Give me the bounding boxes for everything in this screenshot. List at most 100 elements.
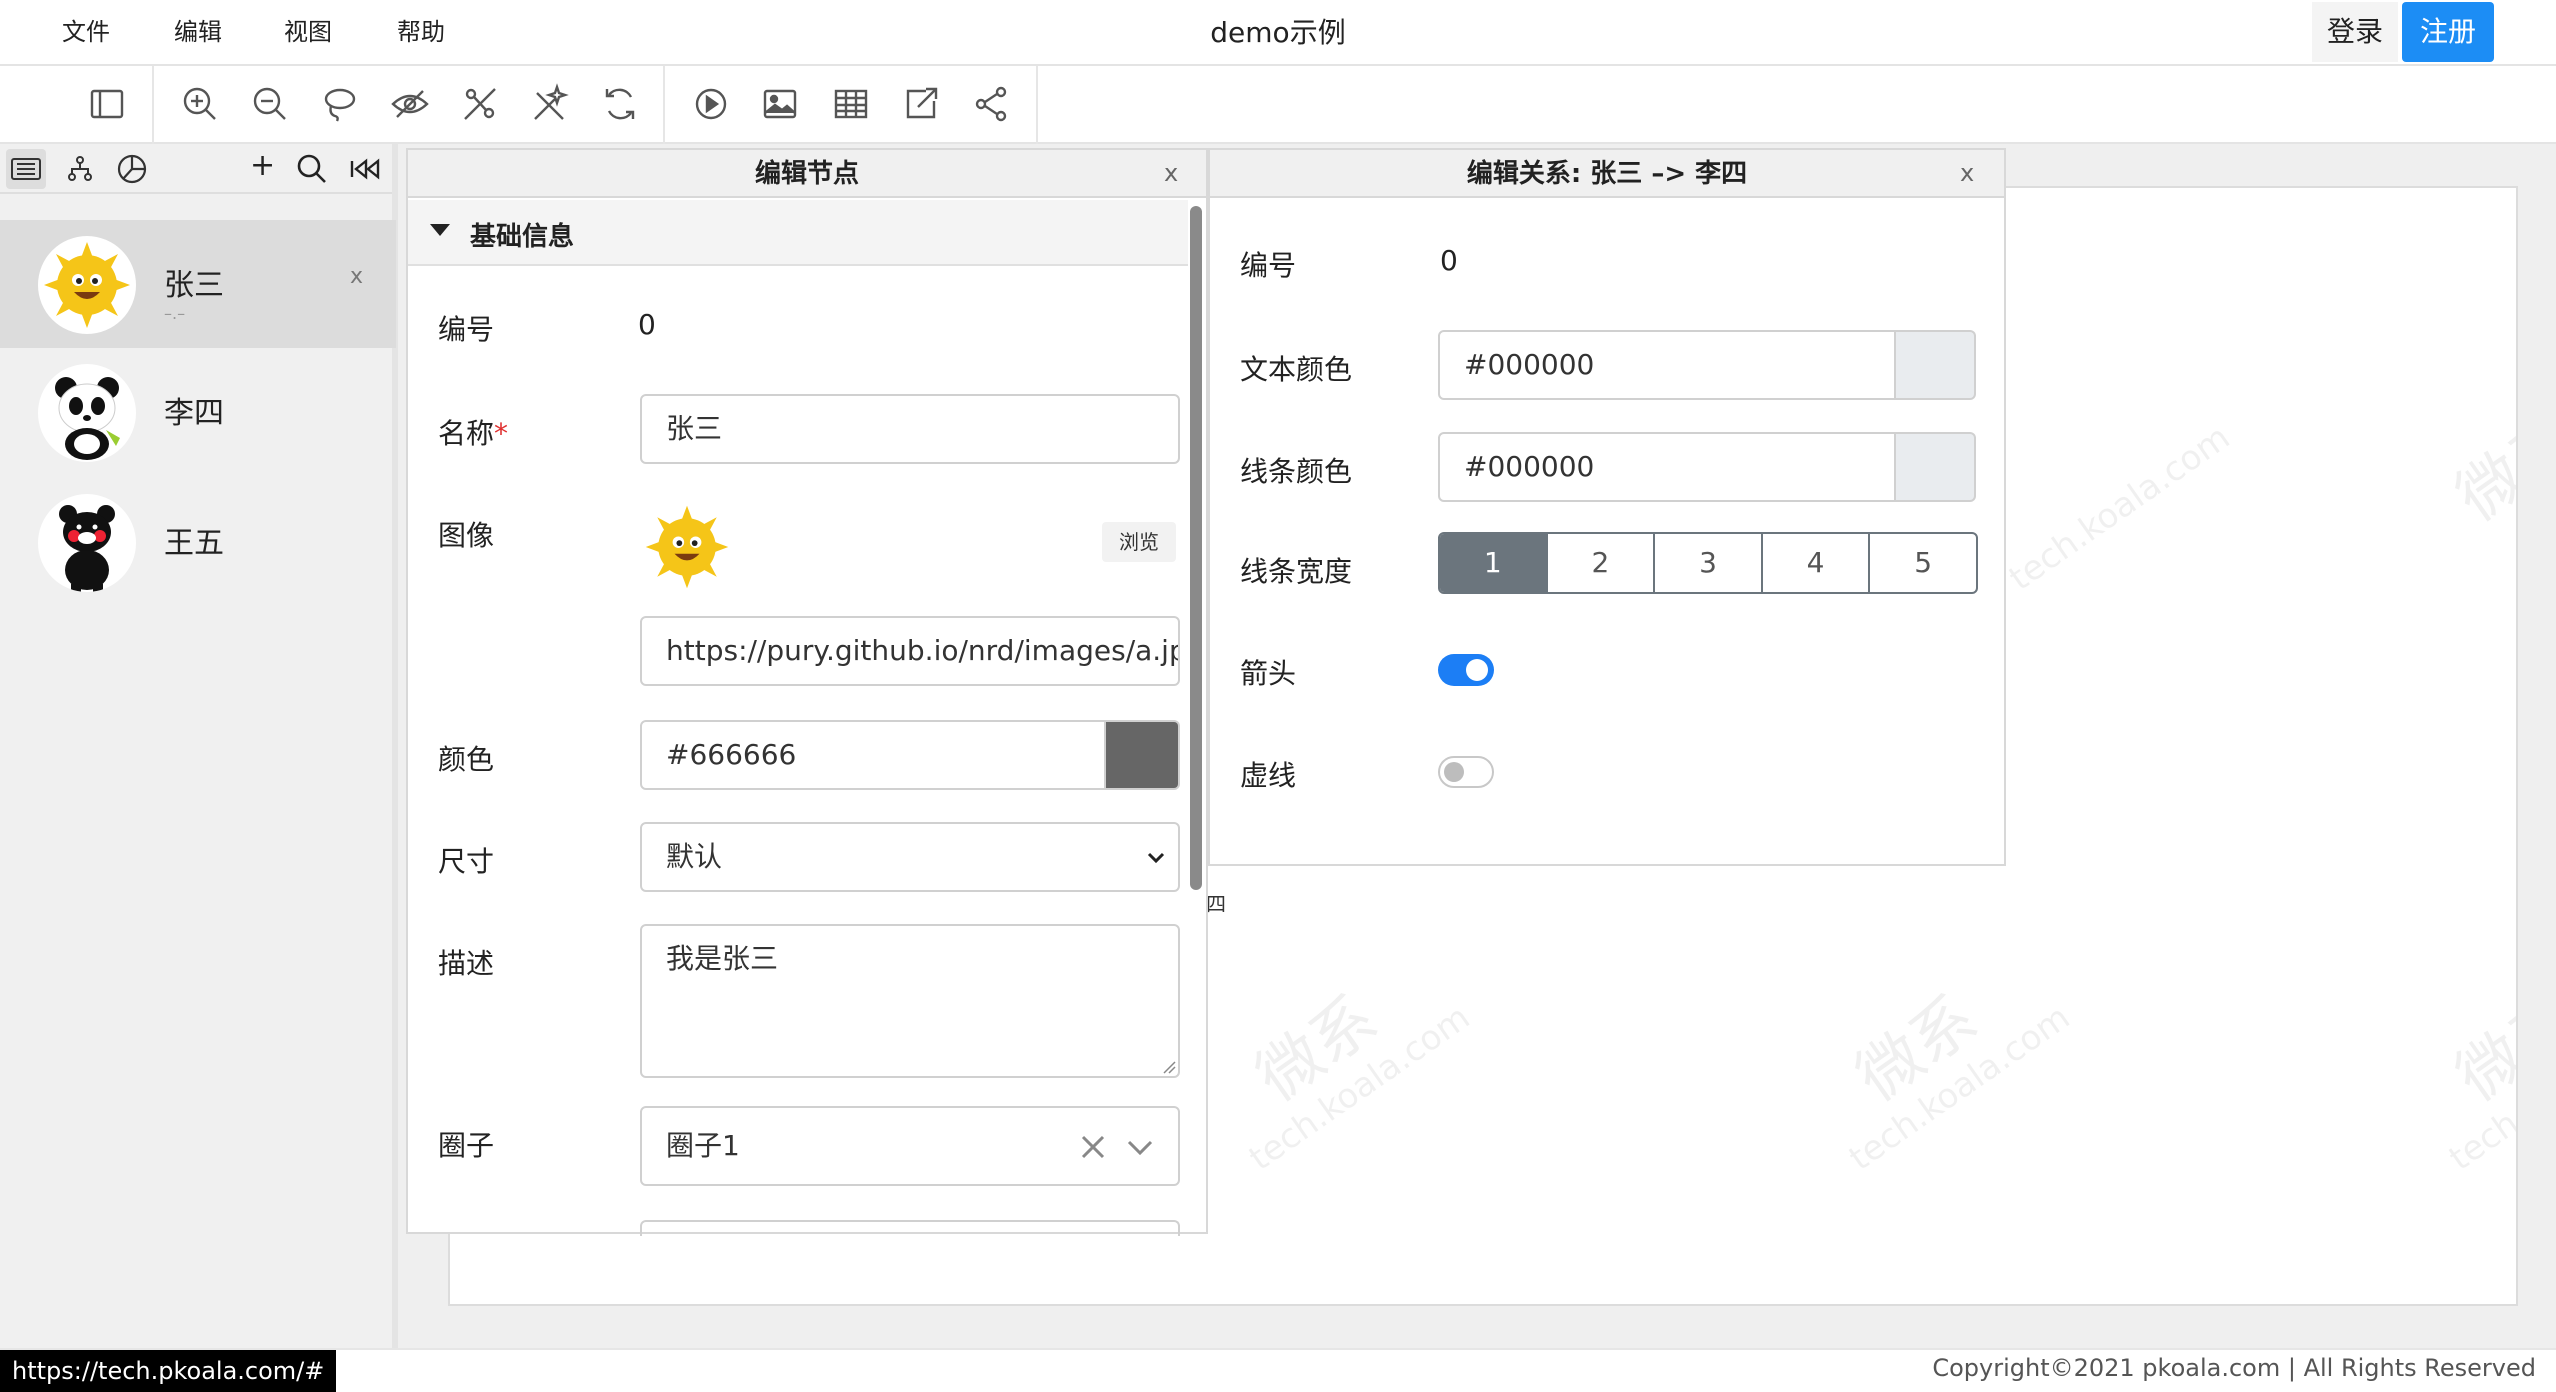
chevron-down-icon — [1144, 846, 1168, 870]
browse-button[interactable]: 浏览 — [1102, 522, 1176, 562]
sidebar-toggle-icon[interactable] — [82, 79, 132, 129]
edit-relation-panel: 编辑关系: 张三 –> 李四 x 编号 0 文本颜色 #000000 线条颜色 … — [1208, 148, 2006, 866]
color-swatch[interactable] — [1106, 720, 1180, 790]
desc-label: 描述 — [438, 947, 495, 980]
section-header[interactable]: 基础信息 — [408, 200, 1188, 266]
toolbar-divider — [152, 66, 154, 144]
text-color-swatch[interactable] — [1896, 330, 1976, 400]
caret-down-icon — [430, 224, 450, 236]
toggle-knob — [1444, 762, 1464, 782]
search-icon[interactable] — [292, 149, 332, 189]
line-color-swatch[interactable] — [1896, 432, 1976, 502]
toolbar-divider — [1036, 66, 1038, 144]
image-url-input[interactable]: https://pury.github.io/nrd/images/a.jpg — [640, 616, 1180, 686]
line-color-label: 线条颜色 — [1240, 455, 1353, 488]
node-name: 张三 — [164, 268, 224, 303]
next-field-partial — [640, 1220, 1180, 1236]
required-mark: * — [494, 417, 509, 450]
line-width-option[interactable]: 3 — [1653, 534, 1761, 592]
pie-view-icon[interactable] — [112, 149, 152, 189]
watermark: 微系 — [2443, 981, 2518, 1116]
app-title: demo示例 — [1210, 16, 1346, 49]
hide-edges-icon[interactable] — [455, 79, 505, 129]
id-label: 编号 — [438, 313, 495, 346]
panda-avatar — [38, 364, 136, 462]
toolbar — [0, 66, 2556, 144]
line-width-option[interactable]: 4 — [1760, 534, 1869, 592]
node-image-preview — [640, 500, 734, 594]
text-color-input[interactable]: #000000 — [1438, 330, 1896, 400]
resize-handle-icon[interactable] — [1162, 1060, 1176, 1074]
line-color-input[interactable]: #000000 — [1438, 432, 1896, 502]
circle-label: 圈子 — [438, 1129, 495, 1162]
refresh-icon[interactable] — [595, 79, 645, 129]
node-list-item[interactable]: 张三 –.– x — [0, 220, 396, 348]
watermark: 微系 — [2443, 401, 2518, 536]
magic-icon[interactable] — [525, 79, 575, 129]
edit-node-panel: 编辑节点 x 基础信息 编号 0 名称* 张三 图像 浏览 https://pu… — [406, 148, 1208, 1236]
add-node-button[interactable]: + — [250, 148, 275, 183]
line-width-label: 线条宽度 — [1240, 555, 1353, 588]
collapse-icon[interactable] — [346, 149, 386, 189]
chevron-down-icon[interactable] — [1126, 1134, 1154, 1160]
zoom-in-icon[interactable] — [175, 79, 225, 129]
line-width-group: 1 2 3 4 5 — [1438, 532, 1978, 594]
name-label: 名称* — [438, 412, 508, 452]
relation-id-value: 0 — [1440, 244, 1458, 277]
image-icon[interactable] — [755, 79, 805, 129]
tree-view-icon[interactable] — [60, 149, 100, 189]
node-sidebar: + 张三 –.– x 李四 王五 — [0, 144, 398, 1348]
lasso-icon[interactable] — [315, 79, 365, 129]
menu-view[interactable]: 视图 — [284, 0, 332, 64]
login-button[interactable]: 登录 — [2312, 2, 2398, 62]
scrollbar-thumb[interactable] — [1190, 206, 1202, 890]
export-icon[interactable] — [896, 79, 946, 129]
menu-edit[interactable]: 编辑 — [174, 0, 222, 64]
copyright: Copyright©2021 pkoala.com | All Rights R… — [1932, 1354, 2536, 1382]
node-name: 王五 — [164, 526, 224, 561]
edit-node-title: 编辑节点 — [408, 150, 1206, 198]
node-name: 李四 — [164, 396, 224, 431]
menu-help[interactable]: 帮助 — [397, 0, 445, 64]
bear-avatar — [38, 494, 136, 592]
remove-node-button[interactable]: x — [350, 264, 363, 289]
status-url: https://tech.pkoala.com/# — [0, 1350, 337, 1392]
menu-file[interactable]: 文件 — [62, 0, 110, 64]
close-relation-panel-button[interactable]: x — [1960, 150, 1974, 198]
section-title: 基础信息 — [470, 222, 575, 252]
circle-select[interactable]: 圈子1 — [640, 1106, 1180, 1186]
color-label: 颜色 — [438, 743, 495, 776]
line-width-option[interactable]: 1 — [1440, 534, 1546, 592]
text-color-label: 文本颜色 — [1240, 353, 1353, 386]
clear-icon[interactable] — [1080, 1134, 1106, 1160]
watermark: tech.koala.com — [2001, 417, 2238, 599]
register-button[interactable]: 注册 — [2402, 2, 2494, 62]
name-input[interactable]: 张三 — [640, 394, 1180, 464]
circle-select-value: 圈子1 — [666, 1129, 740, 1162]
hide-icon[interactable] — [385, 79, 435, 129]
arrow-label: 箭头 — [1240, 657, 1297, 690]
size-select[interactable]: 默认 — [640, 822, 1180, 892]
name-label-text: 名称 — [438, 417, 495, 450]
image-label: 图像 — [438, 519, 495, 552]
play-icon[interactable] — [686, 79, 736, 129]
relation-id-label: 编号 — [1240, 249, 1297, 282]
zoom-out-icon[interactable] — [245, 79, 295, 129]
node-list-item[interactable]: 王五 — [0, 478, 396, 606]
list-view-icon[interactable] — [6, 149, 46, 189]
line-width-option[interactable]: 5 — [1868, 534, 1976, 592]
close-node-panel-button[interactable]: x — [1164, 150, 1178, 198]
size-select-value: 默认 — [666, 840, 723, 873]
color-input[interactable]: #666666 — [640, 720, 1106, 790]
dashed-toggle[interactable] — [1438, 756, 1494, 788]
share-icon[interactable] — [966, 79, 1016, 129]
description-textarea[interactable]: 我是张三 — [640, 924, 1180, 1078]
edit-relation-title: 编辑关系: 张三 –> 李四 — [1210, 150, 2004, 198]
size-label: 尺寸 — [438, 845, 495, 878]
toggle-knob — [1466, 659, 1488, 681]
line-width-option[interactable]: 2 — [1545, 534, 1654, 592]
node-list-item[interactable]: 李四 — [0, 348, 396, 476]
arrow-toggle[interactable] — [1438, 654, 1494, 686]
table-icon[interactable] — [826, 79, 876, 129]
menu-bar: 文件 编辑 视图 帮助 demo示例 登录 注册 — [0, 0, 2556, 66]
